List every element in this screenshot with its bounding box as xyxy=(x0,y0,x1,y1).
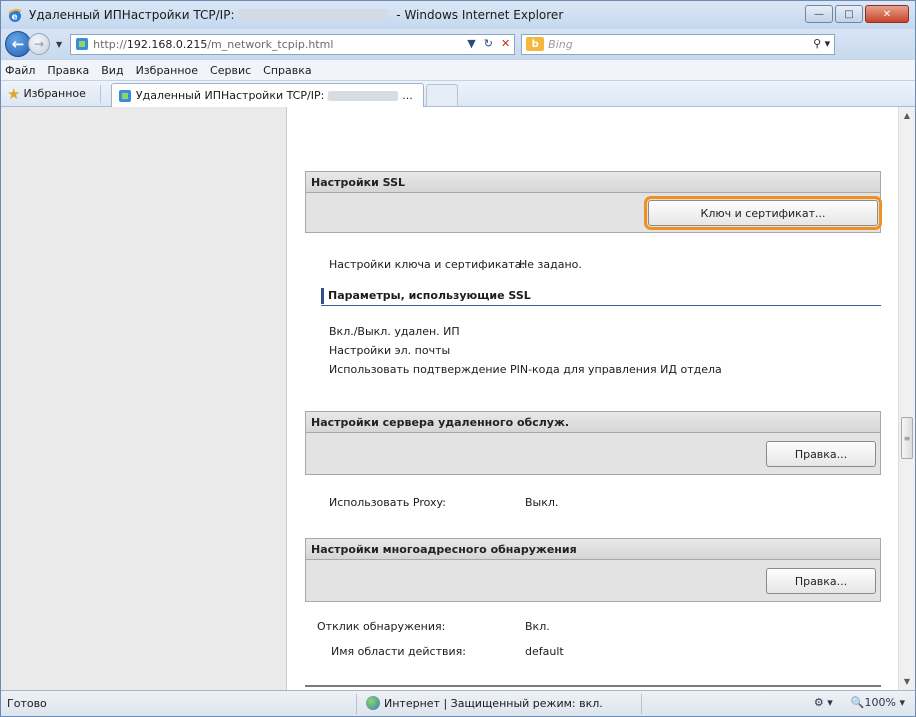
new-tab-button[interactable] xyxy=(425,84,458,106)
status-divider xyxy=(356,694,357,714)
redacted-host xyxy=(238,9,389,22)
search-box[interactable]: b Bing ⚲ ▾ xyxy=(521,33,836,55)
menu-file[interactable]: Файл xyxy=(5,64,35,77)
ssl-params-heading: Параметры, использующие SSL xyxy=(321,286,881,306)
menu-help[interactable]: Справка xyxy=(263,64,311,77)
svg-text:e: e xyxy=(12,13,18,23)
tab-title: Удаленный ИПНастройки TCP/IP: xyxy=(135,89,325,102)
navigation-bar: ← → ▼ http://192.168.0.215/m_network_tcp… xyxy=(1,29,915,59)
remote-service-body: Правка... xyxy=(305,433,881,475)
window-title: Удаленный ИПНастройки TCP/IP: - Windows … xyxy=(29,8,564,22)
ie-logo-icon: e xyxy=(7,7,23,23)
proxy-value: Выкл. xyxy=(525,496,559,509)
remote-service-edit-button[interactable]: Правка... xyxy=(766,441,876,467)
discovery-response-label: Отклик обнаружения: xyxy=(317,620,446,633)
status-text: Готово xyxy=(7,697,47,710)
left-navigation-pane xyxy=(1,107,287,690)
ssl-param-item: Использовать подтверждение PIN-кода для … xyxy=(329,363,722,376)
menu-edit[interactable]: Правка xyxy=(47,64,89,77)
menu-view[interactable]: Вид xyxy=(101,64,123,77)
status-divider xyxy=(641,694,642,714)
browser-window: e Удаленный ИПНастройки TCP/IP: - Window… xyxy=(0,0,916,717)
menu-tools[interactable]: Сервис xyxy=(210,64,251,77)
ssl-params-title: Параметры, использующие SSL xyxy=(328,289,531,302)
star-icon: ★ xyxy=(7,84,21,103)
url-dropdown-icon[interactable]: ▼ xyxy=(467,37,475,50)
menu-favorites[interactable]: Избранное xyxy=(136,64,198,77)
minimize-button[interactable]: — xyxy=(805,5,833,23)
scroll-down-icon[interactable]: ▼ xyxy=(899,673,915,690)
page-content: Настройки SSL Ключ и сертификат... Настр… xyxy=(1,107,915,690)
forward-button[interactable]: → xyxy=(28,33,50,55)
security-zone-text: Интернет | Защищенный режим: вкл. xyxy=(384,696,603,710)
scroll-up-icon[interactable]: ▲ xyxy=(899,107,915,124)
search-icon[interactable]: ⚲ ▾ xyxy=(813,37,830,50)
favorites-divider xyxy=(99,84,101,103)
favorites-bar: ★ Избранное Удаленный ИПНастройки TCP/IP… xyxy=(1,80,915,107)
security-zone[interactable]: Интернет | Защищенный режим: вкл. xyxy=(366,696,603,710)
scope-name-value: default xyxy=(525,645,564,658)
status-bar: Готово Интернет | Защищенный режим: вкл.… xyxy=(1,690,915,716)
scope-name-label: Имя области действия: xyxy=(331,645,466,658)
maximize-button[interactable]: □ xyxy=(835,5,863,23)
key-certificate-button[interactable]: Ключ и сертификат... xyxy=(644,196,882,230)
ssl-settings-body: Ключ и сертификат... xyxy=(305,193,882,233)
title-bar: e Удаленный ИПНастройки TCP/IP: - Window… xyxy=(1,1,915,29)
key-settings-label: Настройки ключа и сертификата: xyxy=(329,258,526,271)
favorites-label: Избранное xyxy=(23,87,86,100)
multicast-edit-button[interactable]: Правка... xyxy=(766,568,876,594)
vertical-scrollbar[interactable]: ▲ ≡ ▼ xyxy=(898,107,915,690)
stop-icon[interactable]: ✕ xyxy=(501,37,510,50)
discovery-response-value: Вкл. xyxy=(525,620,550,633)
ssl-settings-heading: Настройки SSL xyxy=(305,171,881,193)
ssl-param-item: Вкл./Выкл. удален. ИП xyxy=(329,325,460,338)
page-icon xyxy=(76,38,89,50)
key-settings-value: Не задано. xyxy=(519,258,582,271)
close-button[interactable]: ✕ xyxy=(865,5,909,23)
scrollbar-thumb[interactable]: ≡ xyxy=(901,417,913,459)
refresh-icon[interactable]: ↻ xyxy=(484,37,493,50)
tab-current-page[interactable]: Удаленный ИПНастройки TCP/IP: ... xyxy=(110,83,424,107)
section-divider xyxy=(305,685,881,687)
search-placeholder: Bing xyxy=(548,37,573,51)
url-text: http://192.168.0.215/m_network_tcpip.htm… xyxy=(93,37,334,51)
ssl-param-item: Настройки эл. почты xyxy=(329,344,451,357)
menu-bar: Файл Правка Вид Избранное Сервис Справка xyxy=(1,59,915,80)
zoom-level: 100% xyxy=(864,696,896,709)
page-icon xyxy=(118,89,131,102)
multicast-body: Правка... xyxy=(305,560,881,602)
heading-accent-bar xyxy=(321,287,324,304)
tab-ellipsis: ... xyxy=(402,89,413,102)
globe-icon xyxy=(366,696,380,710)
zoom-control[interactable]: 🔍100% ▾ xyxy=(851,696,905,709)
remote-service-heading: Настройки сервера удаленного обслуж. xyxy=(305,411,881,433)
multicast-heading: Настройки многоадресного обнаружения xyxy=(305,538,881,560)
bing-icon: b xyxy=(526,37,545,51)
address-bar[interactable]: http://192.168.0.215/m_network_tcpip.htm… xyxy=(70,33,516,55)
protected-mode-icon[interactable]: ⚙ ▾ xyxy=(814,696,833,709)
redacted-host xyxy=(328,90,399,101)
proxy-label: Использовать Proxy: xyxy=(329,496,446,509)
favorites-button[interactable]: ★ Избранное xyxy=(7,85,86,103)
history-dropdown-icon[interactable]: ▼ xyxy=(56,40,62,49)
